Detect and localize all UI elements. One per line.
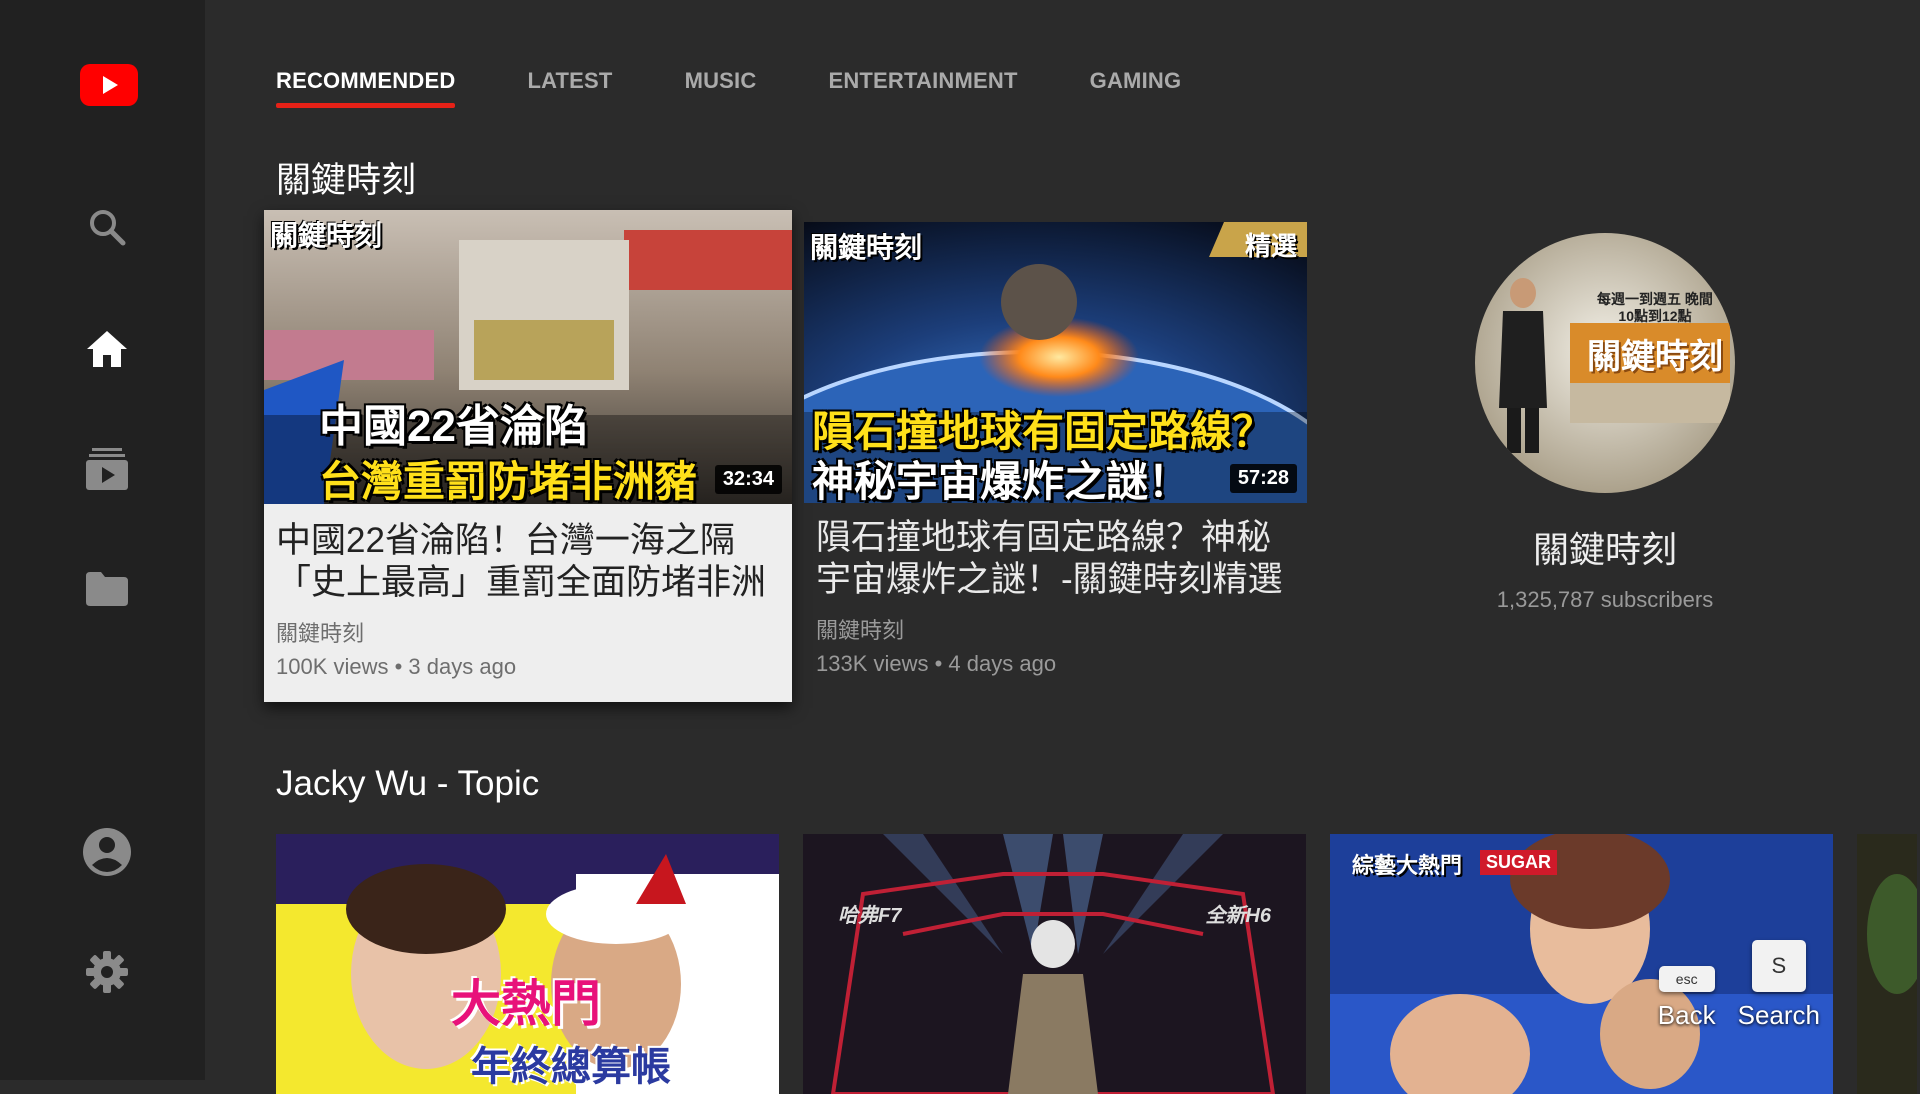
avatar-schedule-text: 每週一到週五 晚間10點到12點 [1597, 291, 1713, 324]
youtube-logo-icon[interactable] [80, 64, 138, 106]
home-icon[interactable] [80, 322, 134, 376]
section-title: Jacky Wu - Topic [276, 764, 540, 803]
video-thumbnail[interactable]: 大熱門 年終總算帳 [276, 834, 779, 1094]
video-card-focused[interactable]: 關鍵時刻 中國22省淪陷 台灣重罰防堵非洲豬 32:34 中國22省淪陷！台灣一… [264, 210, 792, 702]
video-thumbnail-peek[interactable] [1857, 834, 1917, 1094]
thumbnail-text-right: 全新H6 [1205, 905, 1271, 927]
tab-latest[interactable]: LATEST [527, 68, 612, 106]
video-info: 隕石撞地球有固定路線？神秘宇宙爆炸之謎！-關鍵時刻精選 馬 關鍵時刻 133K … [804, 503, 1307, 693]
thumbnail-subtext: 年終總算帳 [471, 1045, 671, 1089]
channel-tile[interactable]: 每週一到週五 晚間10點到12點 關鍵時刻 關鍵時刻 1,325,787 sub… [1370, 233, 1840, 613]
video-meta: 100K views • 3 days ago [276, 654, 517, 679]
thumbnail-headline-bottom: 神秘宇宙爆炸之謎！ [812, 458, 1191, 503]
video-title: 中國22省淪陷！台灣一海之隔「史上最高」重罰全面防堵非洲 [276, 521, 767, 602]
tab-bar: RECOMMENDED LATEST MUSIC ENTERTAINMENT G… [276, 68, 1182, 108]
tab-music[interactable]: MUSIC [685, 68, 757, 106]
thumbnail-badge: SUGAR [1480, 850, 1558, 875]
subscriptions-icon[interactable] [80, 442, 134, 496]
thumbnail-headline-bottom: 台灣重罰防堵非洲豬 [319, 458, 698, 504]
avatar-title-text: 關鍵時刻 [1587, 338, 1723, 376]
channel-name: 關鍵時刻 [1532, 529, 1677, 570]
sidebar [0, 0, 205, 1080]
channel-subscribers: 1,325,787 subscribers [1496, 587, 1714, 612]
search-hint[interactable]: S Search [1738, 940, 1820, 1031]
thumbnail-text-left: 哈弗F7 [838, 905, 902, 927]
video-channel: 關鍵時刻 [816, 618, 905, 643]
thumbnail-headline-top: 中國22省淪陷 [319, 402, 588, 451]
video-card[interactable]: 關鍵時刻 精選 隕石撞地球有固定路線？ 神秘宇宙爆炸之謎！ 57:28 隕石撞地… [804, 222, 1307, 693]
esc-key: esc [1658, 966, 1715, 992]
channel-avatar: 每週一到週五 晚間10點到12點 關鍵時刻 [1475, 233, 1735, 493]
video-thumbnail: 關鍵時刻 精選 隕石撞地球有固定路線？ 神秘宇宙爆炸之謎！ 57:28 [804, 222, 1307, 503]
video-title: 隕石撞地球有固定路線？神秘宇宙爆炸之謎！-關鍵時刻精選 馬 [816, 518, 1283, 599]
tab-gaming[interactable]: GAMING [1090, 68, 1182, 106]
s-key: S [1751, 940, 1806, 992]
section-title: 關鍵時刻 [276, 161, 417, 200]
video-channel: 關鍵時刻 [276, 621, 365, 646]
video-thumbnail: 關鍵時刻 中國22省淪陷 台灣重罰防堵非洲豬 32:34 [264, 210, 792, 504]
library-folder-icon[interactable] [80, 562, 134, 616]
thumbnail-logo: 關鍵時刻 [270, 220, 383, 251]
video-thumbnail[interactable]: 哈弗F7 全新H6 [803, 834, 1306, 1094]
thumbnail-text: 大熱門 [451, 976, 601, 1032]
back-hint[interactable]: esc Back [1658, 966, 1716, 1031]
video-duration: 32:34 [714, 465, 782, 494]
main-content: RECOMMENDED LATEST MUSIC ENTERTAINMENT G… [205, 0, 1920, 1094]
tab-entertainment[interactable]: ENTERTAINMENT [828, 68, 1017, 106]
account-icon[interactable] [80, 825, 134, 879]
video-meta: 133K views • 4 days ago [816, 651, 1057, 676]
back-label: Back [1657, 1000, 1716, 1030]
search-icon[interactable] [80, 200, 134, 254]
keyboard-hints: esc Back S Search [1658, 940, 1820, 1031]
settings-gear-icon[interactable] [80, 945, 134, 999]
video-duration: 57:28 [1229, 464, 1297, 493]
thumbnail-logo: 關鍵時刻 [810, 232, 923, 263]
video-info: 中國22省淪陷！台灣一海之隔「史上最高」重罰全面防堵非洲 關鍵時刻 100K v… [264, 504, 792, 702]
search-label: Search [1737, 1000, 1820, 1030]
thumbnail-badge: 精選 [1244, 231, 1297, 261]
thumbnail-logo: 綜藝大熱門 [1352, 853, 1463, 878]
tab-recommended[interactable]: RECOMMENDED [276, 68, 456, 108]
